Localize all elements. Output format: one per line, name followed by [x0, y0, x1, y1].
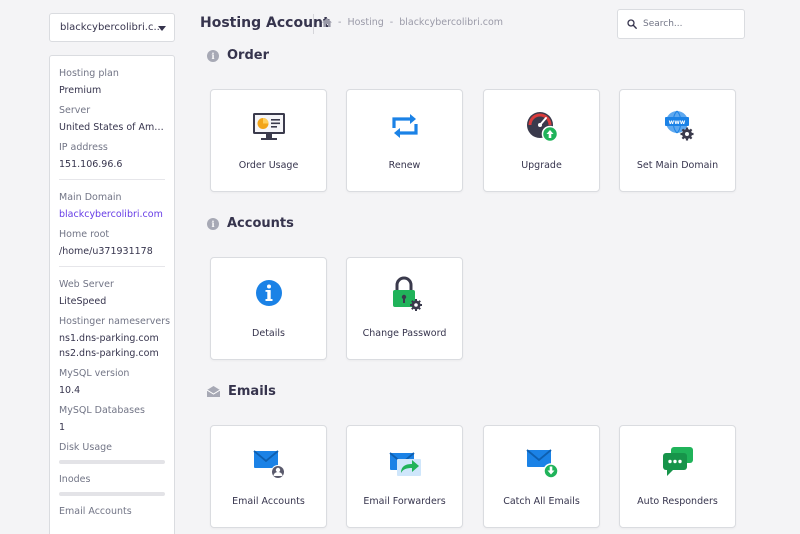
info-value: United States of America [59, 122, 165, 133]
breadcrumb-separator: - [338, 17, 342, 28]
card-label: Order Usage [238, 160, 299, 171]
disk-usage-bar [59, 460, 165, 464]
breadcrumb-separator: - [389, 17, 394, 28]
email-accounts-card[interactable]: Email Accounts [210, 425, 327, 528]
section-title: Emails [228, 384, 276, 399]
upgrade-card[interactable]: Upgrade [483, 89, 600, 192]
info-icon: i [207, 217, 219, 230]
breadcrumb: - Hosting - blackcybercolibri.com [322, 17, 503, 28]
inodes-bar [59, 492, 165, 496]
padlock-icon [393, 276, 422, 311]
section-emails-header: Emails [207, 384, 276, 399]
chat-bubbles-icon [663, 447, 693, 476]
catch-all-emails-icon [526, 449, 559, 479]
card-label: Set Main Domain [636, 160, 719, 171]
info-value: LiteSpeed [59, 296, 107, 307]
info-label: MySQL Databases [59, 405, 145, 416]
info-value: ns1.dns-parking.com [59, 333, 159, 344]
card-label: Email Forwarders [363, 496, 446, 507]
info-value: 1 [59, 422, 66, 433]
details-icon [256, 280, 282, 306]
breadcrumb-hosting[interactable]: Hosting [347, 17, 383, 28]
card-label: Catch All Emails [503, 496, 580, 507]
card-label: Auto Responders [637, 496, 718, 507]
info-label: Web Server [59, 279, 114, 290]
main-domain-link[interactable]: blackcybercolibri.com [59, 209, 165, 222]
header-divider [313, 14, 314, 34]
email-forwarders-card[interactable]: Email Forwarders [346, 425, 463, 528]
domain-select-value: blackcybercolibri.c... [60, 22, 163, 33]
info-label: Email Accounts [59, 506, 132, 517]
info-label: Server [59, 105, 91, 116]
section-title: Order [227, 48, 269, 63]
info-label: Main Domain [59, 192, 122, 203]
chevron-down-icon [158, 26, 166, 31]
card-label: Email Accounts [232, 496, 305, 507]
info-label: Inodes [59, 474, 91, 485]
auto-responders-card[interactable]: Auto Responders [619, 425, 736, 528]
info-label: Disk Usage [59, 442, 113, 453]
svg-text:www: www [669, 119, 686, 126]
search-box[interactable] [617, 9, 745, 39]
card-label: Upgrade [521, 160, 562, 171]
email-forwarders-icon [389, 452, 421, 476]
details-card[interactable]: Details [210, 257, 327, 360]
info-label: IP address [59, 142, 108, 153]
info-label: Hosting plan [59, 68, 119, 79]
catch-all-emails-card[interactable]: Catch All Emails [483, 425, 600, 528]
set-main-domain-card[interactable]: www Set Main Domain [619, 89, 736, 192]
home-icon[interactable] [322, 18, 332, 27]
envelope-icon [207, 386, 220, 397]
section-accounts-header: i Accounts [207, 216, 294, 231]
upgrade-icon [527, 112, 559, 143]
info-label: MySQL version [59, 368, 130, 379]
renew-icon [392, 114, 418, 138]
info-value: 151.106.96.6 [59, 159, 123, 170]
info-icon: i [207, 49, 219, 62]
search-icon [627, 19, 637, 29]
info-group-plan: Hosting plan Premium Server United State… [59, 56, 165, 180]
hosting-info-panel: Hosting plan Premium Server United State… [49, 55, 175, 534]
order-usage-icon [253, 113, 285, 140]
renew-card[interactable]: Renew [346, 89, 463, 192]
section-order-header: i Order [207, 48, 269, 63]
domain-select[interactable]: blackcybercolibri.c... [49, 13, 175, 42]
info-value: /home/u371931178 [59, 246, 153, 257]
info-group-domain: Main Domain blackcybercolibri.com Home r… [59, 180, 165, 267]
info-group-server: Web Server LiteSpeed Hostinger nameserve… [59, 267, 171, 519]
card-label: Details [252, 328, 285, 339]
info-value: Premium [59, 85, 102, 96]
email-accounts-icon [253, 450, 285, 479]
info-label: Home root [59, 229, 110, 240]
search-input[interactable] [643, 19, 738, 29]
page-title: Hosting Account [200, 15, 330, 31]
section-title: Accounts [227, 216, 294, 231]
info-value: 10.4 [59, 385, 81, 396]
info-value: ns2.dns-parking.com [59, 348, 159, 359]
card-label: Change Password [362, 328, 447, 339]
breadcrumb-domain: blackcybercolibri.com [399, 17, 504, 28]
info-label: Hostinger nameservers [59, 316, 171, 327]
card-label: Renew [388, 160, 421, 171]
set-main-domain-icon: www [665, 110, 694, 141]
order-usage-card[interactable]: Order Usage [210, 89, 327, 192]
change-password-card[interactable]: Change Password [346, 257, 463, 360]
